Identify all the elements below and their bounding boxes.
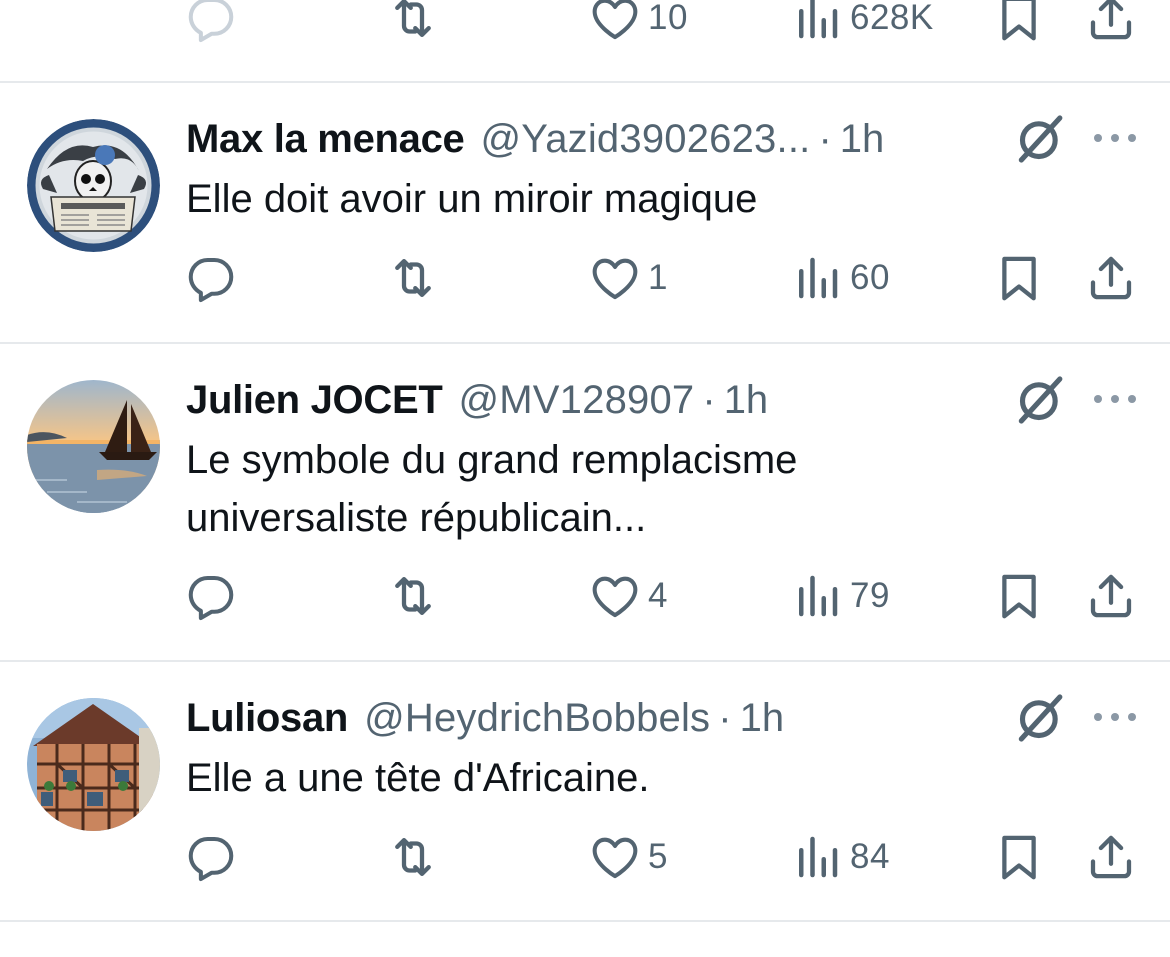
user-handle[interactable]: @HeydrichBobbels [364,694,710,742]
tweet-action-bar: 4 79 [0,566,1170,626]
tweet-action-bar: 5 84 [0,827,1170,887]
like-count: 5 [648,837,668,876]
user-handle[interactable]: @Yazid3902623... [480,115,810,163]
separator-dot: · [702,378,716,422]
share-icon [1084,251,1138,305]
retweet-button[interactable] [386,827,440,887]
separator-dot: · [718,696,732,740]
bookmark-button[interactable] [992,0,1046,48]
like-button[interactable]: 1 [588,248,668,308]
retweet-icon [386,0,440,45]
top-tweet-action-bar: 10 628K [0,0,1170,48]
tweet-divider [0,920,1170,922]
grok-icon[interactable] [1012,372,1068,428]
views-button[interactable]: 628K [790,0,934,48]
like-button[interactable]: 10 [588,0,688,48]
views-bar-chart-icon [790,830,844,884]
avatar[interactable] [27,698,160,831]
views-bar-chart-icon [790,569,844,623]
share-icon [1084,0,1138,45]
views-count: 84 [850,837,890,876]
avatar[interactable] [27,119,160,252]
heart-icon [588,251,642,305]
tweet-text: Le symbole du grand remplacisme universa… [186,438,798,540]
tweet-text: Elle a une tête d'Africaine. [186,756,650,800]
tweet-header: Julien JOCET @MV128907 · 1h [186,376,768,424]
more-dots-icon[interactable] [1090,389,1140,409]
timestamp[interactable]: 1h [724,376,769,424]
share-icon [1084,569,1138,623]
display-name[interactable]: Luliosan [186,694,348,742]
like-button[interactable]: 5 [588,827,668,887]
share-button[interactable] [1084,827,1138,887]
reply-icon [184,251,238,305]
tweet-divider [0,342,1170,344]
heart-icon [588,0,642,45]
bookmark-icon [992,0,1046,45]
tweet-divider [0,81,1170,83]
bookmark-icon [992,830,1046,884]
display-name[interactable]: Julien JOCET [186,376,443,424]
views-bar-chart-icon [790,251,844,305]
display-name[interactable]: Max la menace [186,115,465,163]
skull-newspaper-avatar [27,119,160,252]
views-bar-chart-icon [790,0,844,45]
bookmark-button[interactable] [992,566,1046,626]
half-timbered-house-avatar [27,698,160,831]
heart-icon [588,569,642,623]
views-count: 60 [850,258,890,297]
retweet-icon [386,569,440,623]
tweet-divider [0,660,1170,662]
bookmark-button[interactable] [992,248,1046,308]
more-dots-icon[interactable] [1090,707,1140,727]
share-button[interactable] [1084,0,1138,48]
share-button[interactable] [1084,566,1138,626]
timestamp[interactable]: 1h [740,694,785,742]
views-count: 79 [850,576,890,615]
more-dots-icon[interactable] [1090,128,1140,148]
avatar[interactable] [27,380,160,513]
retweet-icon [386,251,440,305]
bookmark-button[interactable] [992,827,1046,887]
grok-icon[interactable] [1012,111,1068,167]
bookmark-icon [992,251,1046,305]
separator-dot: · [818,117,832,161]
heart-icon [588,830,642,884]
tweet-header: Max la menace @Yazid3902623... · 1h [186,115,884,163]
like-count: 10 [648,0,688,37]
reply-button[interactable] [184,566,238,626]
like-button[interactable]: 4 [588,566,668,626]
timestamp[interactable]: 1h [840,115,885,163]
tweet-header: Luliosan @HeydrichBobbels · 1h [186,694,784,742]
retweet-icon [386,830,440,884]
user-handle[interactable]: @MV128907 [458,376,694,424]
like-count: 1 [648,258,668,297]
retweet-button[interactable] [386,566,440,626]
retweet-button[interactable] [386,248,440,308]
reply-icon [184,830,238,884]
bookmark-icon [992,569,1046,623]
share-button[interactable] [1084,248,1138,308]
views-count: 628K [850,0,934,37]
tweet-text: Elle doit avoir un miroir magique [186,177,758,221]
reply-button[interactable] [184,0,238,48]
views-button[interactable]: 60 [790,248,890,308]
reply-button[interactable] [184,827,238,887]
share-icon [1084,830,1138,884]
views-button[interactable]: 79 [790,566,890,626]
reply-button[interactable] [184,248,238,308]
tweet-action-bar: 1 60 [0,248,1170,308]
reply-icon [184,0,238,45]
views-button[interactable]: 84 [790,827,890,887]
like-count: 4 [648,576,668,615]
grok-icon[interactable] [1012,690,1068,746]
reply-icon [184,569,238,623]
sailboat-sunset-avatar [27,380,160,513]
retweet-button[interactable] [386,0,440,48]
